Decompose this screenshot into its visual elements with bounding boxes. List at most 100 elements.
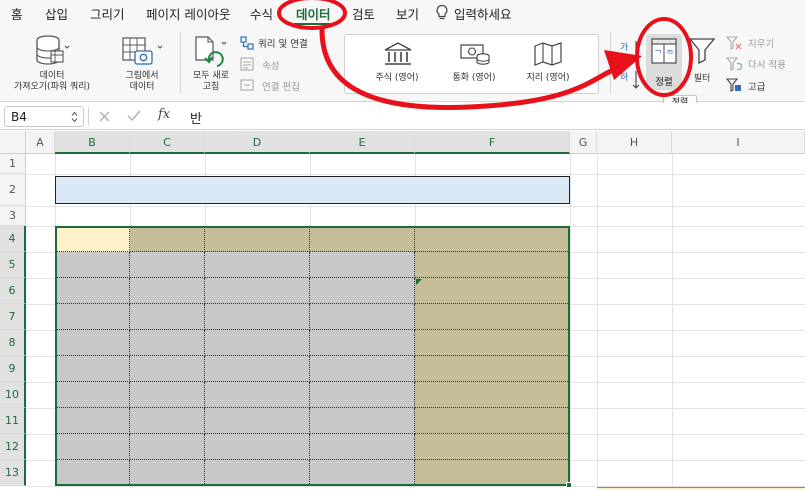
row-header-9[interactable]: 9 [0, 356, 26, 382]
sheet-title[interactable] [55, 176, 570, 204]
table-cell[interactable] [310, 356, 415, 382]
table-cell[interactable] [310, 434, 415, 460]
tell-me-search[interactable]: 입력하세요 [454, 4, 512, 23]
advanced-filter-icon[interactable] [726, 78, 742, 92]
sort-za-icon[interactable]: 하 [620, 70, 640, 90]
refresh-all-button[interactable]: 모두 새로 고침 [186, 71, 236, 93]
table-cell[interactable] [130, 356, 205, 382]
table-cell[interactable] [310, 252, 415, 278]
table-cell[interactable] [415, 278, 570, 304]
filter-icon[interactable] [688, 36, 716, 64]
column-header-c[interactable]: C [130, 131, 205, 154]
row-header-11[interactable]: 11 [0, 408, 26, 434]
tab-view[interactable]: 보기 [396, 4, 419, 23]
row-header-10[interactable]: 10 [0, 382, 26, 408]
column-heading-cell[interactable] [310, 226, 415, 252]
currencies-data-type-button[interactable]: 통화 (영어) [436, 73, 512, 84]
table-cell[interactable] [130, 460, 205, 486]
queries-icon[interactable] [240, 36, 254, 50]
column-header-h[interactable]: H [597, 131, 672, 154]
data-from-picture-button[interactable]: 그림에서 데이터 [118, 71, 166, 93]
get-data-button[interactable]: 데이터 가져오기(파워 쿼리) [6, 71, 98, 93]
row-header-8[interactable]: 8 [0, 330, 26, 356]
table-cell[interactable] [415, 460, 570, 486]
column-header-d[interactable]: D [205, 131, 310, 154]
column-heading-cell[interactable] [205, 226, 310, 252]
table-cell[interactable] [415, 330, 570, 356]
geography-data-type-button[interactable]: 지리 (영어) [510, 73, 586, 84]
filter-button[interactable]: 필터 [688, 74, 716, 85]
table-cell[interactable] [205, 460, 310, 486]
table-cell[interactable] [310, 278, 415, 304]
column-header-b[interactable]: B [55, 131, 130, 154]
table-cell[interactable] [130, 278, 205, 304]
row-header-13[interactable]: 13 [0, 460, 26, 486]
table-cell[interactable] [55, 304, 130, 330]
refresh-icon[interactable] [193, 35, 227, 69]
tab-draw[interactable]: 그리기 [90, 4, 125, 23]
enter-icon[interactable] [127, 110, 141, 122]
column-heading-cell[interactable] [415, 226, 570, 252]
row-header-1[interactable]: 1 [0, 154, 26, 174]
name-box[interactable]: B4 [4, 106, 84, 127]
insert-function-button[interactable]: fx [158, 107, 170, 122]
bank-icon[interactable] [383, 41, 413, 67]
table-cell[interactable] [55, 382, 130, 408]
table-cell[interactable] [205, 278, 310, 304]
table-cell[interactable] [310, 382, 415, 408]
table-cell[interactable] [415, 356, 570, 382]
table-cell[interactable] [55, 356, 130, 382]
row-header-3[interactable]: 3 [0, 206, 26, 226]
table-cell[interactable] [130, 330, 205, 356]
table-cell[interactable] [55, 408, 130, 434]
table-cell[interactable] [310, 330, 415, 356]
row-header-6[interactable]: 6 [0, 278, 26, 304]
column-heading-cell[interactable] [55, 226, 130, 252]
row-header-4[interactable]: 4 [0, 226, 26, 252]
table-cell[interactable] [55, 278, 130, 304]
row-header-5[interactable]: 5 [0, 252, 26, 278]
sort-az-icon[interactable]: 가 [620, 40, 640, 60]
picture-table-icon[interactable] [122, 37, 166, 67]
tab-data[interactable]: 데이터 [296, 4, 331, 23]
table-cell[interactable] [130, 408, 205, 434]
table-cell[interactable] [415, 434, 570, 460]
table-cell[interactable] [55, 460, 130, 486]
cancel-icon[interactable] [99, 111, 110, 122]
table-cell[interactable] [130, 304, 205, 330]
table-cell[interactable] [130, 434, 205, 460]
table-cell[interactable] [55, 252, 130, 278]
tab-home[interactable]: 홈 [11, 4, 23, 23]
table-cell[interactable] [205, 382, 310, 408]
table-cell[interactable] [205, 356, 310, 382]
table-cell[interactable] [415, 252, 570, 278]
sort-button[interactable]: ᄀ ᄒ 정렬 [646, 34, 682, 90]
table-cell[interactable] [205, 330, 310, 356]
column-header-i[interactable]: I [672, 131, 805, 154]
select-all-corner[interactable] [0, 131, 26, 154]
tab-review[interactable]: 검토 [352, 4, 375, 23]
table-cell[interactable] [205, 434, 310, 460]
row-header-12[interactable]: 12 [0, 434, 26, 460]
table-cell[interactable] [415, 304, 570, 330]
column-header-a[interactable]: A [26, 131, 55, 154]
currency-icon[interactable] [459, 41, 491, 67]
column-header-g[interactable]: G [570, 131, 597, 154]
column-header-e[interactable]: E [310, 131, 415, 154]
table-cell[interactable] [310, 304, 415, 330]
table-cell[interactable] [310, 460, 415, 486]
row-header-2[interactable]: 2 [0, 174, 26, 206]
tab-insert[interactable]: 삽입 [45, 4, 68, 23]
table-cell[interactable] [205, 304, 310, 330]
lightbulb-icon[interactable] [435, 4, 449, 21]
tab-formulas[interactable]: 수식 [250, 4, 273, 23]
tab-page-layout[interactable]: 페이지 레이아웃 [146, 4, 230, 23]
database-icon[interactable] [34, 34, 70, 68]
table-cell[interactable] [205, 408, 310, 434]
fill-handle[interactable] [566, 482, 572, 488]
table-cell[interactable] [55, 330, 130, 356]
table-cell[interactable] [415, 382, 570, 408]
table-cell[interactable] [205, 252, 310, 278]
table-cell[interactable] [130, 382, 205, 408]
row-header-7[interactable]: 7 [0, 304, 26, 330]
